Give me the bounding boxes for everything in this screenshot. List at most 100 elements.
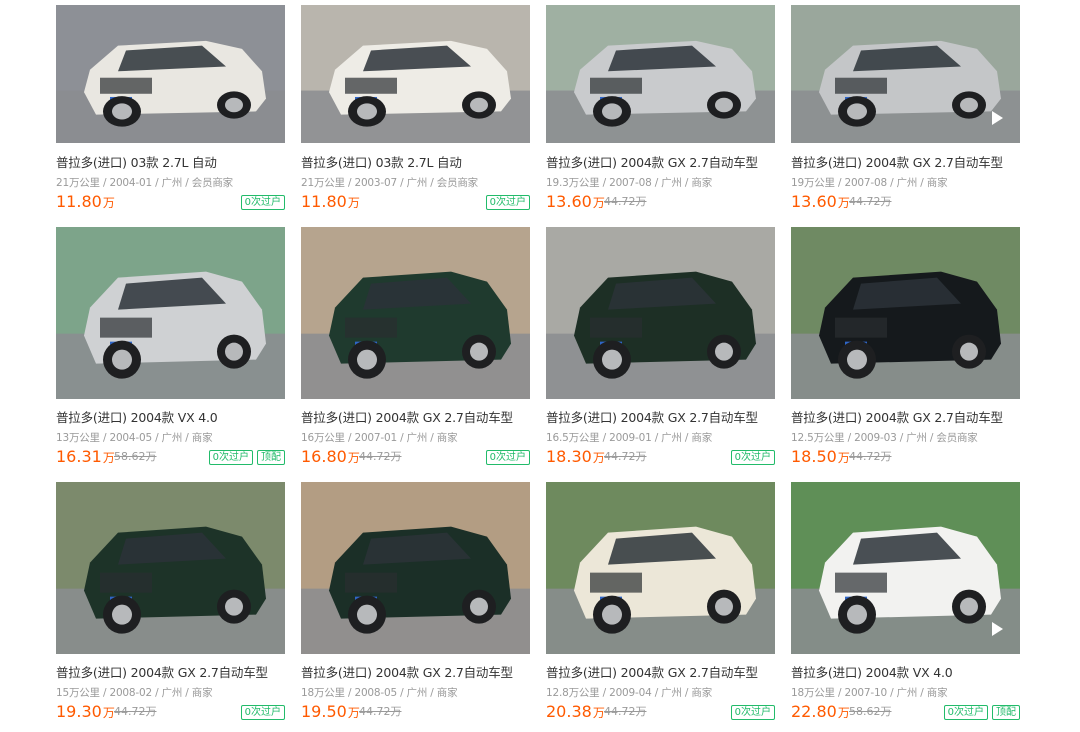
original-price: 44.72万 xyxy=(114,705,157,718)
original-price: 58.62万 xyxy=(849,705,892,718)
listing-tag: 0次过户 xyxy=(485,450,530,465)
car-listing-card[interactable]: 普拉多(进口) 2004款 GX 2.7自动车型 12.8万公里 / 2009-0… xyxy=(546,482,775,723)
price-value: 18.50 xyxy=(791,447,837,466)
car-photo-graphic xyxy=(791,227,1020,399)
listing-title[interactable]: 普拉多(进口) 2004款 VX 4.0 xyxy=(56,407,285,426)
price-value: 11.80 xyxy=(56,192,102,211)
car-photo[interactable] xyxy=(56,227,285,399)
play-video-icon[interactable] xyxy=(992,622,1003,636)
car-listing-card[interactable]: 普拉多(进口) 03款 2.7L 自动 21万公里 / 2003-07 / 广州 … xyxy=(301,5,530,213)
listing-tag: 0次过户 xyxy=(240,195,285,210)
price: 16.31万 xyxy=(56,447,115,466)
car-listing-card[interactable]: 普拉多(进口) 2004款 GX 2.7自动车型 19.3万公里 / 2007-0… xyxy=(546,5,775,213)
car-photo[interactable] xyxy=(546,227,775,399)
listing-meta: 21万公里 / 2004-01 / 广州 / 会员商家 xyxy=(56,177,233,189)
car-listing-card[interactable]: 普拉多(进口) 2004款 GX 2.7自动车型 16.5万公里 / 2009-0… xyxy=(546,227,775,468)
car-photo[interactable] xyxy=(791,227,1020,399)
price-line: 20.38万 44.72万 0次过户 xyxy=(546,701,775,723)
tag-group: 0次过户 xyxy=(240,195,285,210)
listing-tag: 0次过户 xyxy=(730,450,775,465)
car-listing-card[interactable]: 普拉多(进口) 03款 2.7L 自动 21万公里 / 2004-01 / 广州 … xyxy=(56,5,285,213)
tag-group: 0次过户 顶配 xyxy=(943,705,1020,720)
price-value: 20.38 xyxy=(546,702,592,721)
car-photo-graphic xyxy=(791,5,1020,143)
car-photo[interactable] xyxy=(791,5,1020,143)
listing-title[interactable]: 普拉多(进口) 03款 2.7L 自动 xyxy=(56,152,285,171)
listing-title[interactable]: 普拉多(进口) 2004款 GX 2.7自动车型 xyxy=(791,407,1020,426)
price: 19.30万 xyxy=(56,702,115,721)
car-listing-card[interactable]: 普拉多(进口) 2004款 GX 2.7自动车型 12.5万公里 / 2009-0… xyxy=(791,227,1020,468)
listing-meta: 12.5万公里 / 2009-03 / 广州 / 会员商家 xyxy=(791,432,978,444)
price-unit: 万 xyxy=(347,196,360,210)
price: 16.80万 xyxy=(301,447,360,466)
original-price: 44.72万 xyxy=(604,705,647,718)
price-value: 13.60 xyxy=(546,192,592,211)
price-value: 11.80 xyxy=(301,192,347,211)
car-photo[interactable] xyxy=(301,482,530,654)
price-line: 19.30万 44.72万 0次过户 xyxy=(56,701,285,723)
listing-title[interactable]: 普拉多(进口) 2004款 GX 2.7自动车型 xyxy=(791,152,1020,171)
listing-meta: 19万公里 / 2007-08 / 广州 / 商家 xyxy=(791,177,948,189)
price-line: 13.60万 44.72万 xyxy=(791,191,1020,213)
listing-meta: 15万公里 / 2008-02 / 广州 / 商家 xyxy=(56,687,213,699)
car-photo[interactable] xyxy=(791,482,1020,654)
price-line: 18.30万 44.72万 0次过户 xyxy=(546,446,775,468)
listing-title[interactable]: 普拉多(进口) 2004款 GX 2.7自动车型 xyxy=(546,407,775,426)
car-listing-card[interactable]: 普拉多(进口) 2004款 VX 4.0 13万公里 / 2004-05 / 广州… xyxy=(56,227,285,468)
car-photo-graphic xyxy=(546,5,775,143)
car-photo[interactable] xyxy=(56,482,285,654)
price-unit: 万 xyxy=(102,196,115,210)
car-photo-graphic xyxy=(791,482,1020,654)
original-price: 44.72万 xyxy=(849,450,892,463)
listing-title[interactable]: 普拉多(进口) 2004款 GX 2.7自动车型 xyxy=(546,152,775,171)
car-listing-card[interactable]: 普拉多(进口) 2004款 GX 2.7自动车型 18万公里 / 2008-05 … xyxy=(301,482,530,723)
car-photo-graphic xyxy=(546,482,775,654)
price-line: 11.80万 0次过户 xyxy=(56,191,285,213)
listing-title[interactable]: 普拉多(进口) 2004款 GX 2.7自动车型 xyxy=(301,662,530,681)
listing-tag: 0次过户 xyxy=(485,195,530,210)
original-price: 44.72万 xyxy=(849,195,892,208)
price: 13.60万 xyxy=(791,192,850,211)
original-price: 44.72万 xyxy=(359,705,402,718)
listing-meta: 16万公里 / 2007-01 / 广州 / 商家 xyxy=(301,432,458,444)
car-photo-graphic xyxy=(56,5,285,143)
price-line: 22.80万 58.62万 0次过户 顶配 xyxy=(791,701,1020,723)
listing-title[interactable]: 普拉多(进口) 2004款 VX 4.0 xyxy=(791,662,1020,681)
listing-title[interactable]: 普拉多(进口) 2004款 GX 2.7自动车型 xyxy=(301,407,530,426)
car-photo-graphic xyxy=(301,227,530,399)
listing-tag: 0次过户 xyxy=(943,705,988,720)
play-video-icon[interactable] xyxy=(992,111,1003,125)
car-listing-card[interactable]: 普拉多(进口) 2004款 GX 2.7自动车型 16万公里 / 2007-01 … xyxy=(301,227,530,468)
listing-tag: 顶配 xyxy=(992,705,1020,720)
car-listing-card[interactable]: 普拉多(进口) 2004款 VX 4.0 18万公里 / 2007-10 / 广州… xyxy=(791,482,1020,723)
car-listing-card[interactable]: 普拉多(进口) 2004款 GX 2.7自动车型 19万公里 / 2007-08 … xyxy=(791,5,1020,213)
car-photo[interactable] xyxy=(546,5,775,143)
car-listing-card[interactable]: 普拉多(进口) 2004款 GX 2.7自动车型 15万公里 / 2008-02 … xyxy=(56,482,285,723)
car-photo-graphic xyxy=(56,482,285,654)
listing-row: 普拉多(进口) 2004款 VX 4.0 13万公里 / 2004-05 / 广州… xyxy=(56,227,1021,477)
listing-title[interactable]: 普拉多(进口) 2004款 GX 2.7自动车型 xyxy=(546,662,775,681)
original-price: 44.72万 xyxy=(604,195,647,208)
car-photo[interactable] xyxy=(301,227,530,399)
car-photo-graphic xyxy=(546,227,775,399)
listing-title[interactable]: 普拉多(进口) 2004款 GX 2.7自动车型 xyxy=(56,662,285,681)
car-photo[interactable] xyxy=(56,5,285,143)
price-line: 13.60万 44.72万 xyxy=(546,191,775,213)
price-line: 16.31万 58.62万 0次过户 顶配 xyxy=(56,446,285,468)
listing-tag: 0次过户 xyxy=(208,450,253,465)
price-value: 18.30 xyxy=(546,447,592,466)
tag-group: 0次过户 xyxy=(240,705,285,720)
original-price: 44.72万 xyxy=(604,450,647,463)
listing-meta: 19.3万公里 / 2007-08 / 广州 / 商家 xyxy=(546,177,712,189)
car-photo[interactable] xyxy=(301,5,530,143)
price: 19.50万 xyxy=(301,702,360,721)
car-photo-graphic xyxy=(56,227,285,399)
listing-tag: 0次过户 xyxy=(240,705,285,720)
tag-group: 0次过户 xyxy=(485,450,530,465)
car-photo[interactable] xyxy=(546,482,775,654)
listing-title[interactable]: 普拉多(进口) 03款 2.7L 自动 xyxy=(301,152,530,171)
price: 18.50万 xyxy=(791,447,850,466)
price-line: 16.80万 44.72万 0次过户 xyxy=(301,446,530,468)
tag-group: 0次过户 xyxy=(485,195,530,210)
price-line: 18.50万 44.72万 xyxy=(791,446,1020,468)
